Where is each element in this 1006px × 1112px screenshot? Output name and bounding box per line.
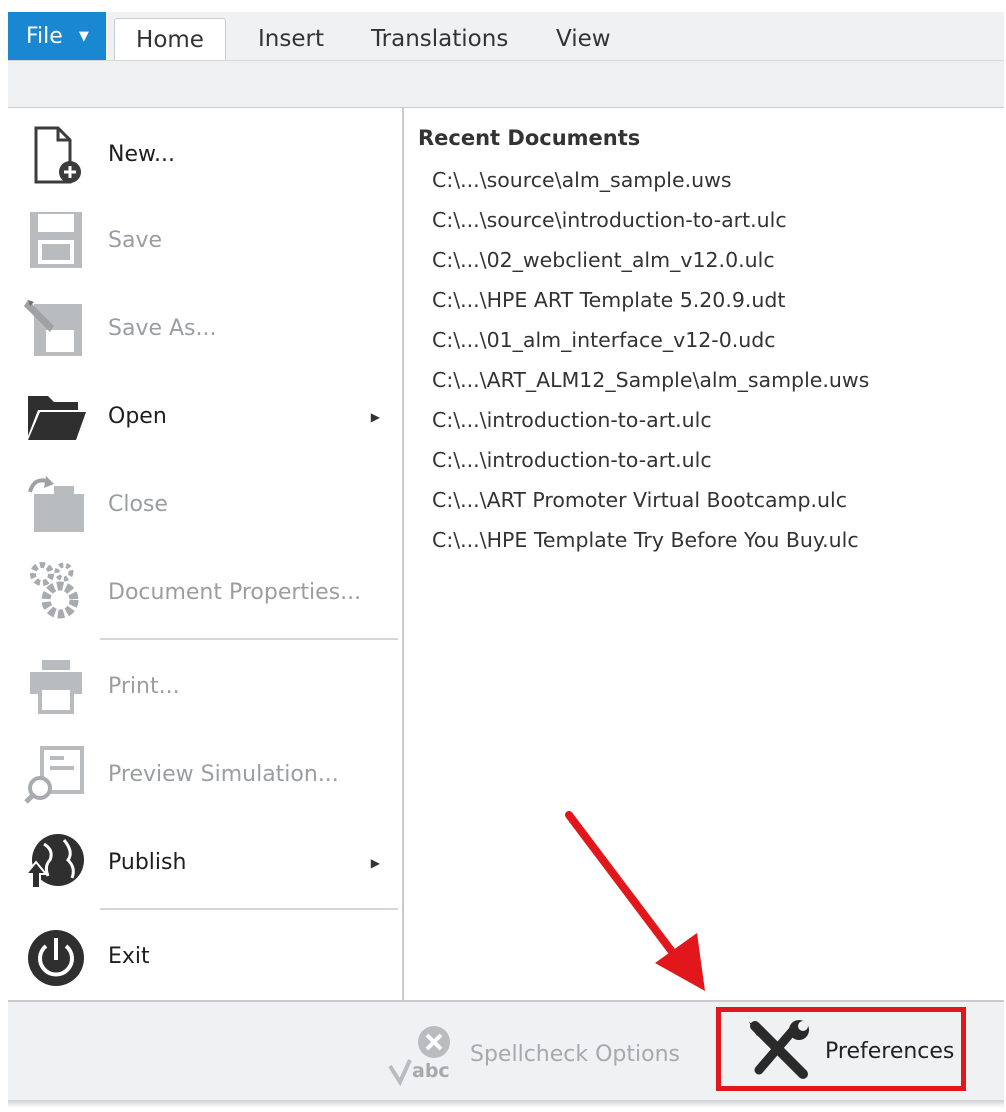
close-folder-icon bbox=[24, 472, 88, 536]
tab-home[interactable]: Home bbox=[114, 18, 226, 60]
menu-separator bbox=[100, 638, 398, 640]
menu-item-save: Save bbox=[8, 206, 400, 278]
submenu-arrow-icon: ▶ bbox=[370, 410, 380, 424]
spellcheck-options-label: Spellcheck Options bbox=[470, 1041, 680, 1067]
globe-publish-icon bbox=[24, 830, 88, 894]
recent-documents-list: C:\...\source\alm_sample.uws C:\...\sour… bbox=[432, 163, 869, 563]
menu-item-close: Close bbox=[8, 470, 400, 542]
recent-documents-title: Recent Documents bbox=[418, 126, 641, 150]
spellcheck-options-button: abc Spellcheck Options bbox=[388, 1022, 688, 1087]
tab-insert[interactable]: Insert bbox=[258, 18, 324, 60]
recent-document-item[interactable]: C:\...\01_alm_interface_v12-0.udc bbox=[432, 323, 869, 363]
submenu-arrow-icon: ▶ bbox=[370, 856, 380, 870]
chevron-down-icon: ▼ bbox=[78, 28, 89, 44]
menu-item-document-properties: Document Properties... bbox=[8, 558, 400, 630]
recent-document-item[interactable]: C:\...\source\introduction-to-art.ulc bbox=[432, 203, 869, 243]
tab-translations[interactable]: Translations bbox=[371, 18, 508, 60]
spellcheck-icon-text: abc bbox=[412, 1060, 450, 1082]
preferences-button[interactable]: Preferences bbox=[716, 1007, 966, 1091]
tab-view[interactable]: View bbox=[556, 18, 611, 60]
new-document-icon bbox=[24, 124, 88, 188]
menu-label-close: Close bbox=[108, 492, 168, 517]
menu-item-new[interactable]: New... bbox=[8, 120, 400, 192]
menu-label-document-properties: Document Properties... bbox=[108, 580, 362, 605]
footer-shadow bbox=[8, 1100, 1004, 1108]
recent-document-item[interactable]: C:\...\02_webclient_alm_v12.0.ulc bbox=[432, 243, 869, 283]
menu-label-save-as: Save As... bbox=[108, 316, 217, 341]
menu-label-publish: Publish bbox=[108, 850, 187, 875]
file-menu-label: File bbox=[26, 23, 63, 49]
tab-translations-label: Translations bbox=[371, 26, 509, 52]
annotation-arrow-icon bbox=[565, 811, 705, 991]
menu-label-new: New... bbox=[108, 142, 175, 167]
menu-separator bbox=[100, 908, 398, 910]
recent-document-item[interactable]: C:\...\HPE Template Try Before You Buy.u… bbox=[432, 523, 869, 563]
ribbon-strip bbox=[8, 60, 1004, 108]
menu-item-open[interactable]: Open ▶ bbox=[8, 382, 400, 454]
gears-icon bbox=[24, 560, 88, 624]
menu-label-exit: Exit bbox=[108, 944, 150, 969]
recent-document-item[interactable]: C:\...\introduction-to-art.ulc bbox=[432, 403, 869, 443]
recent-document-item[interactable]: C:\...\ART Promoter Virtual Bootcamp.ulc bbox=[432, 483, 869, 523]
menu-label-open: Open bbox=[108, 404, 167, 429]
tab-view-label: View bbox=[556, 26, 611, 52]
spellcheck-icon: abc bbox=[388, 1022, 454, 1087]
tab-home-label: Home bbox=[136, 26, 204, 53]
save-as-icon bbox=[24, 296, 88, 360]
menu-item-preview-simulation: Preview Simulation... bbox=[8, 740, 400, 812]
recent-document-item[interactable]: C:\...\ART_ALM12_Sample\alm_sample.uws bbox=[432, 363, 869, 403]
printer-icon bbox=[24, 654, 88, 718]
menu-item-exit[interactable]: Exit bbox=[8, 922, 400, 994]
recent-document-item[interactable]: C:\...\HPE ART Template 5.20.9.udt bbox=[432, 283, 869, 323]
preview-icon bbox=[24, 742, 88, 806]
recent-document-item[interactable]: C:\...\introduction-to-art.ulc bbox=[432, 443, 869, 483]
open-folder-icon bbox=[24, 384, 88, 448]
tools-icon bbox=[745, 1020, 813, 1082]
menu-label-save: Save bbox=[108, 228, 163, 253]
preferences-label: Preferences bbox=[825, 1039, 955, 1064]
power-icon bbox=[24, 924, 88, 988]
file-menu-button[interactable]: File ▼ bbox=[8, 12, 106, 60]
menu-item-publish[interactable]: Publish ▶ bbox=[8, 828, 400, 900]
floppy-disk-icon bbox=[24, 208, 88, 272]
menu-label-print: Print... bbox=[108, 674, 180, 699]
menu-item-save-as: Save As... bbox=[8, 294, 400, 366]
tab-insert-label: Insert bbox=[258, 26, 324, 52]
recent-document-item[interactable]: C:\...\source\alm_sample.uws bbox=[432, 163, 869, 203]
menu-label-preview-simulation: Preview Simulation... bbox=[108, 762, 339, 787]
menu-item-print: Print... bbox=[8, 652, 400, 724]
